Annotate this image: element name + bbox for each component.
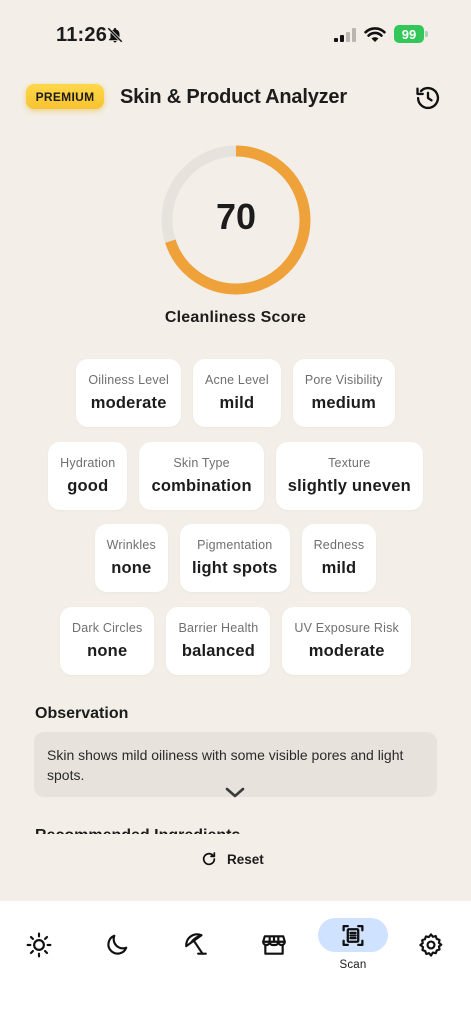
premium-badge[interactable]: PREMIUM: [26, 84, 104, 109]
metric-card-oiliness: Oiliness Level moderate: [76, 359, 181, 427]
metric-value: mild: [219, 394, 255, 412]
metric-value: moderate: [308, 642, 385, 660]
nav-item-sun-protection[interactable]: [166, 919, 226, 971]
metric-card-redness: Redness mild: [301, 524, 377, 592]
metric-label: Redness: [313, 538, 365, 552]
metric-label: Wrinkles: [106, 538, 156, 552]
metric-label: Dark Circles: [71, 621, 143, 635]
metric-value: medium: [311, 394, 376, 412]
metric-label: UV Exposure Risk: [294, 621, 399, 635]
reset-label: Reset: [227, 851, 264, 867]
nav-item-store[interactable]: [244, 919, 304, 971]
battery-level: 99: [401, 26, 417, 42]
chevron-down-icon[interactable]: [224, 785, 246, 801]
nav-item-sun[interactable]: [9, 919, 69, 971]
metric-value: moderate: [90, 394, 167, 412]
metric-card-pigmentation: Pigmentation light spots: [179, 524, 290, 592]
score-value: 70: [215, 196, 257, 237]
store-icon: [262, 935, 286, 955]
metric-value: slightly uneven: [287, 477, 411, 495]
status-time: 11:26: [56, 24, 108, 46]
next-section-title: Recommended Ingredients: [35, 826, 295, 834]
nav-item-settings[interactable]: [401, 919, 461, 971]
sun-icon: [26, 932, 52, 958]
gear-icon: [419, 933, 443, 957]
observation-title: Observation: [35, 705, 129, 722]
refresh-icon: [202, 852, 216, 866]
metric-card-texture: Texture slightly uneven: [275, 442, 423, 510]
metric-label: Acne Level: [204, 373, 269, 387]
bottom-nav: Scan: [0, 901, 471, 1024]
metric-row: Dark Circles none Barrier Health balance…: [0, 607, 471, 675]
metric-card-barrier-health: Barrier Health balanced: [166, 607, 271, 675]
app-title: Skin & Product Analyzer: [120, 86, 347, 108]
score-label: Cleanliness Score: [164, 309, 307, 326]
metric-row: Oiliness Level moderate Acne Level mild …: [0, 359, 471, 427]
metric-label: Oiliness Level: [88, 373, 169, 387]
moon-icon: [107, 934, 128, 955]
metric-label: Pigmentation: [197, 538, 273, 552]
metric-row: Wrinkles none Pigmentation light spots R…: [0, 524, 471, 592]
reset-button[interactable]: Reset: [201, 848, 264, 870]
metric-label: Pore Visibility: [304, 373, 383, 387]
metric-card-wrinkles: Wrinkles none: [94, 524, 168, 592]
metric-row: Hydration good Skin Type combination Tex…: [0, 442, 471, 510]
bell-off-icon: [107, 27, 123, 43]
status-bar: 11:26 99: [0, 0, 471, 70]
nav-item-scan[interactable]: Scan: [323, 919, 383, 971]
metric-card-uv-exposure: UV Exposure Risk moderate: [282, 607, 411, 675]
metric-value: combination: [151, 477, 252, 495]
signal-icon: [334, 28, 356, 42]
metric-value: light spots: [191, 559, 278, 577]
metric-card-hydration: Hydration good: [48, 442, 128, 510]
beach-umbrella-icon: [185, 933, 207, 955]
scan-icon: [342, 924, 364, 947]
battery-indicator: 99: [394, 25, 428, 43]
metric-card-skin-type: Skin Type combination: [139, 442, 264, 510]
metric-label: Barrier Health: [178, 621, 259, 635]
metric-card-acne: Acne Level mild: [192, 359, 281, 427]
metric-value: balanced: [181, 642, 255, 660]
metric-label: Hydration: [60, 456, 116, 470]
metric-value: none: [111, 559, 152, 577]
next-section-title-clip: Recommended Ingredients: [35, 822, 295, 834]
metric-card-pore-visibility: Pore Visibility medium: [292, 359, 395, 427]
history-icon[interactable]: [414, 84, 442, 112]
observation-text: Skin shows mild oiliness with some visib…: [47, 747, 404, 783]
nav-item-moon[interactable]: [87, 919, 147, 971]
metric-label: Skin Type: [173, 456, 230, 470]
metric-card-dark-circles: Dark Circles none: [59, 607, 155, 675]
nav-label-scan: Scan: [339, 959, 367, 971]
metric-value: none: [87, 642, 128, 660]
metric-value: good: [67, 477, 109, 495]
metric-value: mild: [321, 559, 357, 577]
wifi-icon: [364, 27, 386, 42]
metric-label: Texture: [328, 456, 371, 470]
